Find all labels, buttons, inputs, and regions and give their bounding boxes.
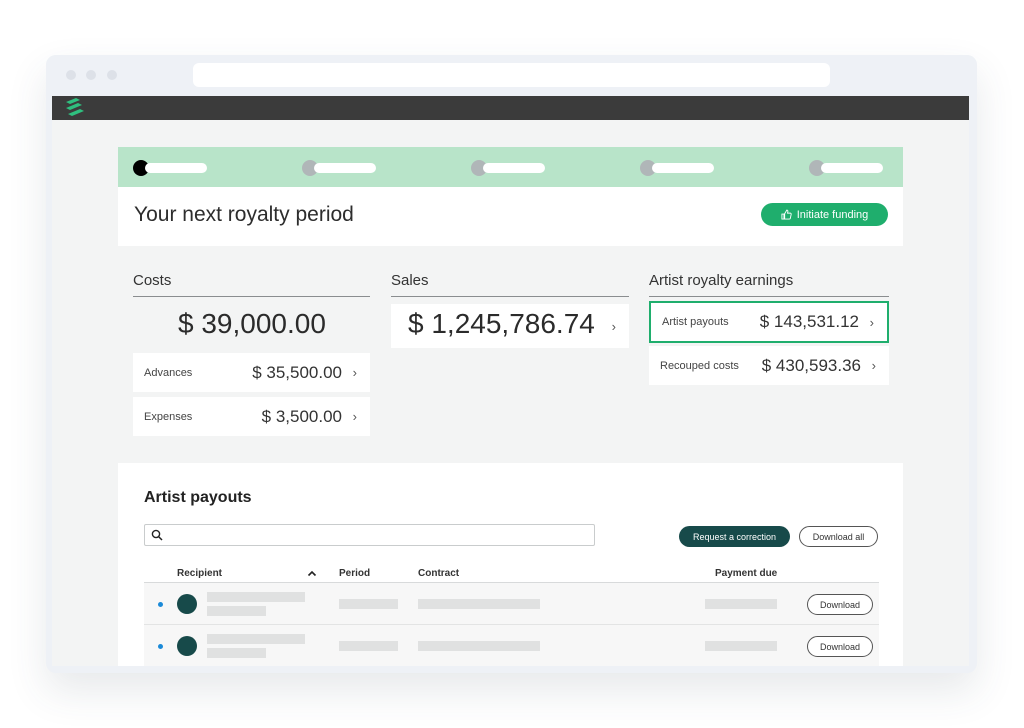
- costs-total: $ 39,000.00: [178, 308, 326, 339]
- artist-payouts-value: $ 143,531.12: [759, 312, 859, 331]
- period-placeholder: [339, 599, 398, 609]
- recipient-detail-placeholder: [207, 606, 266, 616]
- sales-total-tile[interactable]: $ 1,245,786.74 ›: [391, 304, 629, 348]
- recouped-costs-label: Recouped costs: [660, 359, 739, 372]
- column-header-period[interactable]: Period: [339, 568, 370, 579]
- request-correction-button[interactable]: Request a correction: [679, 526, 790, 547]
- contract-placeholder: [418, 641, 540, 651]
- search-icon: [151, 529, 163, 541]
- payment-due-placeholder: [705, 641, 777, 651]
- advances-value: $ 35,500.00: [252, 362, 342, 382]
- browser-window: Your next royalty period Initiate fundin…: [46, 55, 977, 673]
- chevron-right-icon: ›: [869, 314, 874, 330]
- expenses-label: Expenses: [144, 410, 193, 423]
- download-button[interactable]: Download: [807, 636, 873, 657]
- expenses-tile[interactable]: Expenses $ 3,500.00 ›: [133, 397, 370, 436]
- initiate-funding-label: Initiate funding: [796, 208, 869, 221]
- sales-total: $ 1,245,786.74: [408, 308, 595, 339]
- search-input[interactable]: [169, 527, 589, 543]
- period-progress-steps: [118, 147, 903, 187]
- recipient-name-placeholder: [207, 592, 305, 602]
- recipient-detail-placeholder: [207, 648, 266, 658]
- costs-divider: [133, 296, 370, 297]
- chevron-right-icon: ›: [611, 318, 616, 334]
- column-header-payment-due[interactable]: Payment due: [715, 568, 777, 579]
- avatar: [177, 636, 197, 656]
- sales-divider: [391, 296, 629, 297]
- recouped-costs-tile[interactable]: Recouped costs $ 430,593.36 ›: [649, 346, 889, 385]
- search-field[interactable]: [144, 524, 595, 546]
- earnings-divider: [649, 296, 889, 297]
- recipient-name-placeholder: [207, 634, 305, 644]
- expenses-value: $ 3,500.00: [261, 406, 342, 426]
- chevron-right-icon: ›: [352, 365, 357, 380]
- chevron-up-icon[interactable]: [307, 570, 317, 577]
- artist-payouts-label: Artist payouts: [662, 316, 729, 328]
- stacked-bars-logo-icon[interactable]: [64, 98, 86, 118]
- app-viewport: Your next royalty period Initiate fundin…: [52, 96, 969, 666]
- advances-label: Advances: [144, 366, 193, 379]
- table-row[interactable]: Download: [144, 583, 879, 625]
- royalty-period-card: Your next royalty period Initiate fundin…: [118, 147, 903, 246]
- initiate-funding-button[interactable]: Initiate funding: [761, 203, 888, 226]
- earnings-heading: Artist royalty earnings: [649, 272, 794, 289]
- chevron-right-icon: ›: [871, 358, 876, 373]
- status-dot: [158, 644, 163, 649]
- artist-payouts-panel: Artist payouts Request a correction Down…: [118, 463, 903, 666]
- period-placeholder: [339, 641, 398, 651]
- avatar: [177, 594, 197, 614]
- payment-due-placeholder: [705, 599, 777, 609]
- page-title: Your next royalty period: [134, 203, 354, 226]
- artist-payouts-tile[interactable]: Artist payouts $ 143,531.12 ›: [649, 301, 889, 343]
- app-header: [52, 96, 969, 120]
- artist-payouts-title: Artist payouts: [144, 489, 252, 506]
- table-row[interactable]: Download: [144, 625, 879, 666]
- advances-tile[interactable]: Advances $ 35,500.00 ›: [133, 353, 370, 392]
- browser-chrome: [46, 55, 977, 96]
- address-bar[interactable]: [193, 63, 830, 87]
- column-header-recipient[interactable]: Recipient: [177, 568, 222, 579]
- download-button[interactable]: Download: [807, 594, 873, 615]
- window-close-dot[interactable]: [66, 70, 76, 80]
- sales-heading: Sales: [391, 272, 429, 289]
- thumbs-up-icon: [781, 209, 792, 220]
- download-all-button[interactable]: Download all: [799, 526, 878, 547]
- recouped-costs-value: $ 430,593.36: [761, 355, 861, 375]
- column-header-contract[interactable]: Contract: [418, 568, 459, 579]
- contract-placeholder: [418, 599, 540, 609]
- costs-heading: Costs: [133, 272, 172, 289]
- window-maximize-dot[interactable]: [107, 70, 117, 80]
- chevron-right-icon: ›: [352, 409, 357, 424]
- window-minimize-dot[interactable]: [86, 70, 96, 80]
- status-dot: [158, 602, 163, 607]
